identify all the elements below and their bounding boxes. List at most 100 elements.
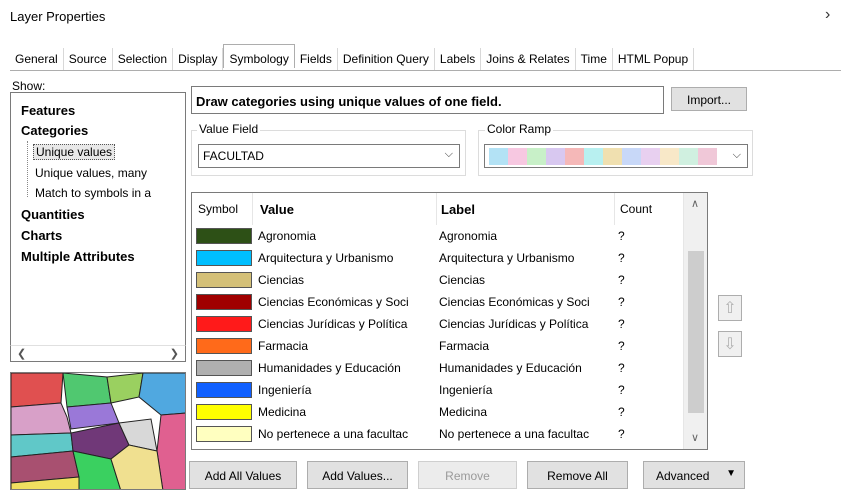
symbol-swatch[interactable] (196, 404, 252, 420)
tab-divider (10, 70, 841, 71)
value-field-select[interactable]: FACULTAD ⌵ (198, 144, 460, 168)
table-vertical-scrollbar[interactable]: ∧ ∨ (683, 193, 707, 449)
color-ramp-swatch (603, 148, 622, 165)
value-field-label: Value Field (197, 122, 261, 136)
tree-item-unique-values-many[interactable]: Unique values, many (35, 166, 147, 180)
import-button[interactable]: Import... (671, 87, 747, 111)
add-all-values-button[interactable]: Add All Values (189, 461, 297, 489)
tab-joins-relates[interactable]: Joins & Relates (481, 48, 576, 70)
tree-item-charts[interactable]: Charts (21, 228, 62, 243)
color-ramp-swatch (698, 148, 717, 165)
tree-item-unique-values[interactable]: Unique values (33, 144, 116, 160)
tree-horizontal-scrollbar[interactable]: ❮ ❯ (10, 345, 186, 362)
tab-selection[interactable]: Selection (113, 48, 174, 70)
row-value: Ciencias Jurídicas y Política (258, 317, 408, 331)
tab-definition-query[interactable]: Definition Query (338, 48, 435, 70)
tab-html-popup[interactable]: HTML Popup (613, 48, 695, 70)
row-label[interactable]: Farmacia (439, 339, 615, 353)
symbology-type-tree[interactable]: Features Categories Unique values Unique… (10, 92, 186, 362)
symbol-swatch[interactable] (196, 294, 252, 310)
symbol-swatch[interactable] (196, 228, 252, 244)
color-ramp-swatch (679, 148, 698, 165)
value-field-value: FACULTAD (203, 149, 264, 163)
row-label[interactable]: Humanidades y Educación (439, 361, 615, 375)
row-count: ? (618, 229, 625, 243)
table-row[interactable]: Ciencias Económicas y Soci Ciencias Econó… (192, 291, 682, 313)
row-label[interactable]: Arquitectura y Urbanismo (439, 251, 615, 265)
row-value: Medicina (258, 405, 307, 419)
window-title: Layer Properties (10, 9, 106, 24)
table-row[interactable]: Farmacia Farmacia? (192, 335, 682, 357)
scrollbar-thumb[interactable] (688, 251, 704, 413)
row-label[interactable]: Ciencias Económicas y Soci (439, 295, 615, 309)
row-label[interactable]: Ciencias (439, 273, 615, 287)
row-count: ? (618, 427, 625, 441)
header-separator (252, 193, 253, 225)
chevron-down-icon[interactable]: ⌵ (733, 149, 741, 162)
row-count: ? (618, 361, 625, 375)
scroll-left-icon[interactable]: ❮ (17, 347, 26, 360)
move-down-button[interactable]: ⇩ (718, 331, 742, 357)
tab-time[interactable]: Time (576, 48, 613, 70)
color-ramp-swatch (508, 148, 527, 165)
row-label[interactable]: Agronomia (439, 229, 615, 243)
header-label[interactable]: Label (441, 202, 475, 217)
table-row[interactable]: Humanidades y Educación Humanidades y Edu… (192, 357, 682, 379)
row-label[interactable]: Ingeniería (439, 383, 615, 397)
symbol-swatch[interactable] (196, 338, 252, 354)
arrow-down-icon: ⇩ (723, 336, 737, 353)
remove-all-button[interactable]: Remove All (527, 461, 628, 489)
chevron-down-icon[interactable]: ⌵ (445, 148, 453, 161)
table-row[interactable]: Arquitectura y Urbanismo Arquitectura y U… (192, 247, 682, 269)
row-label[interactable]: No pertenece a una facultac (439, 427, 615, 441)
symbol-swatch[interactable] (196, 316, 252, 332)
header-symbol[interactable]: Symbol (198, 202, 238, 216)
color-ramp-swatch (641, 148, 660, 165)
scroll-up-icon[interactable]: ∧ (691, 197, 699, 210)
tab-symbology[interactable]: Symbology (223, 44, 295, 68)
remove-button[interactable]: Remove (418, 461, 517, 489)
tree-item-match-symbols[interactable]: Match to symbols in a (35, 186, 151, 200)
tab-display[interactable]: Display (173, 48, 224, 70)
tab-labels[interactable]: Labels (435, 48, 482, 70)
move-up-button[interactable]: ⇧ (718, 295, 742, 321)
tree-item-features[interactable]: Features (21, 103, 75, 118)
table-row[interactable]: No pertenece a una facultac No pertenece … (192, 423, 682, 445)
tree-item-categories[interactable]: Categories (21, 123, 88, 138)
color-ramp-swatch (527, 148, 546, 165)
tree-item-quantities[interactable]: Quantities (21, 207, 85, 222)
table-row[interactable]: Ciencias Ciencias? (192, 269, 682, 291)
color-ramp-swatch (489, 148, 508, 165)
color-ramp-swatch (660, 148, 679, 165)
table-row[interactable]: Medicina Medicina? (192, 401, 682, 423)
table-row[interactable]: Agronomia Agronomia? (192, 225, 682, 247)
tab-general[interactable]: General (10, 48, 64, 70)
header-value[interactable]: Value (260, 202, 294, 217)
unique-values-table[interactable]: Symbol Value Label Count Agronomia Agrono… (191, 192, 708, 450)
header-separator (436, 193, 437, 225)
row-value: Ingeniería (258, 383, 312, 397)
table-row[interactable]: Ciencias Jurídicas y Política Ciencias Ju… (192, 313, 682, 335)
header-count[interactable]: Count (620, 202, 652, 216)
scroll-down-icon[interactable]: ∨ (691, 431, 699, 444)
close-icon[interactable]: › (825, 6, 830, 24)
symbol-swatch[interactable] (196, 382, 252, 398)
row-label[interactable]: Medicina (439, 405, 615, 419)
row-count: ? (618, 273, 625, 287)
symbol-swatch[interactable] (196, 272, 252, 288)
color-ramp-select[interactable]: ⌵ (484, 144, 748, 168)
row-label[interactable]: Ciencias Jurídicas y Política (439, 317, 615, 331)
tree-item-multiple-attributes[interactable]: Multiple Attributes (21, 249, 135, 264)
table-row[interactable]: Ingeniería Ingeniería? (192, 379, 682, 401)
scroll-right-icon[interactable]: ❯ (170, 347, 179, 360)
tab-source[interactable]: Source (64, 48, 113, 70)
symbol-swatch[interactable] (196, 360, 252, 376)
advanced-button[interactable]: Advanced ▼ (643, 461, 745, 489)
header-separator (614, 193, 615, 225)
tab-fields[interactable]: Fields (295, 48, 338, 70)
row-count: ? (618, 339, 625, 353)
add-values-button[interactable]: Add Values... (307, 461, 408, 489)
symbol-swatch[interactable] (196, 250, 252, 266)
symbol-swatch[interactable] (196, 426, 252, 442)
color-ramp-swatch (584, 148, 603, 165)
